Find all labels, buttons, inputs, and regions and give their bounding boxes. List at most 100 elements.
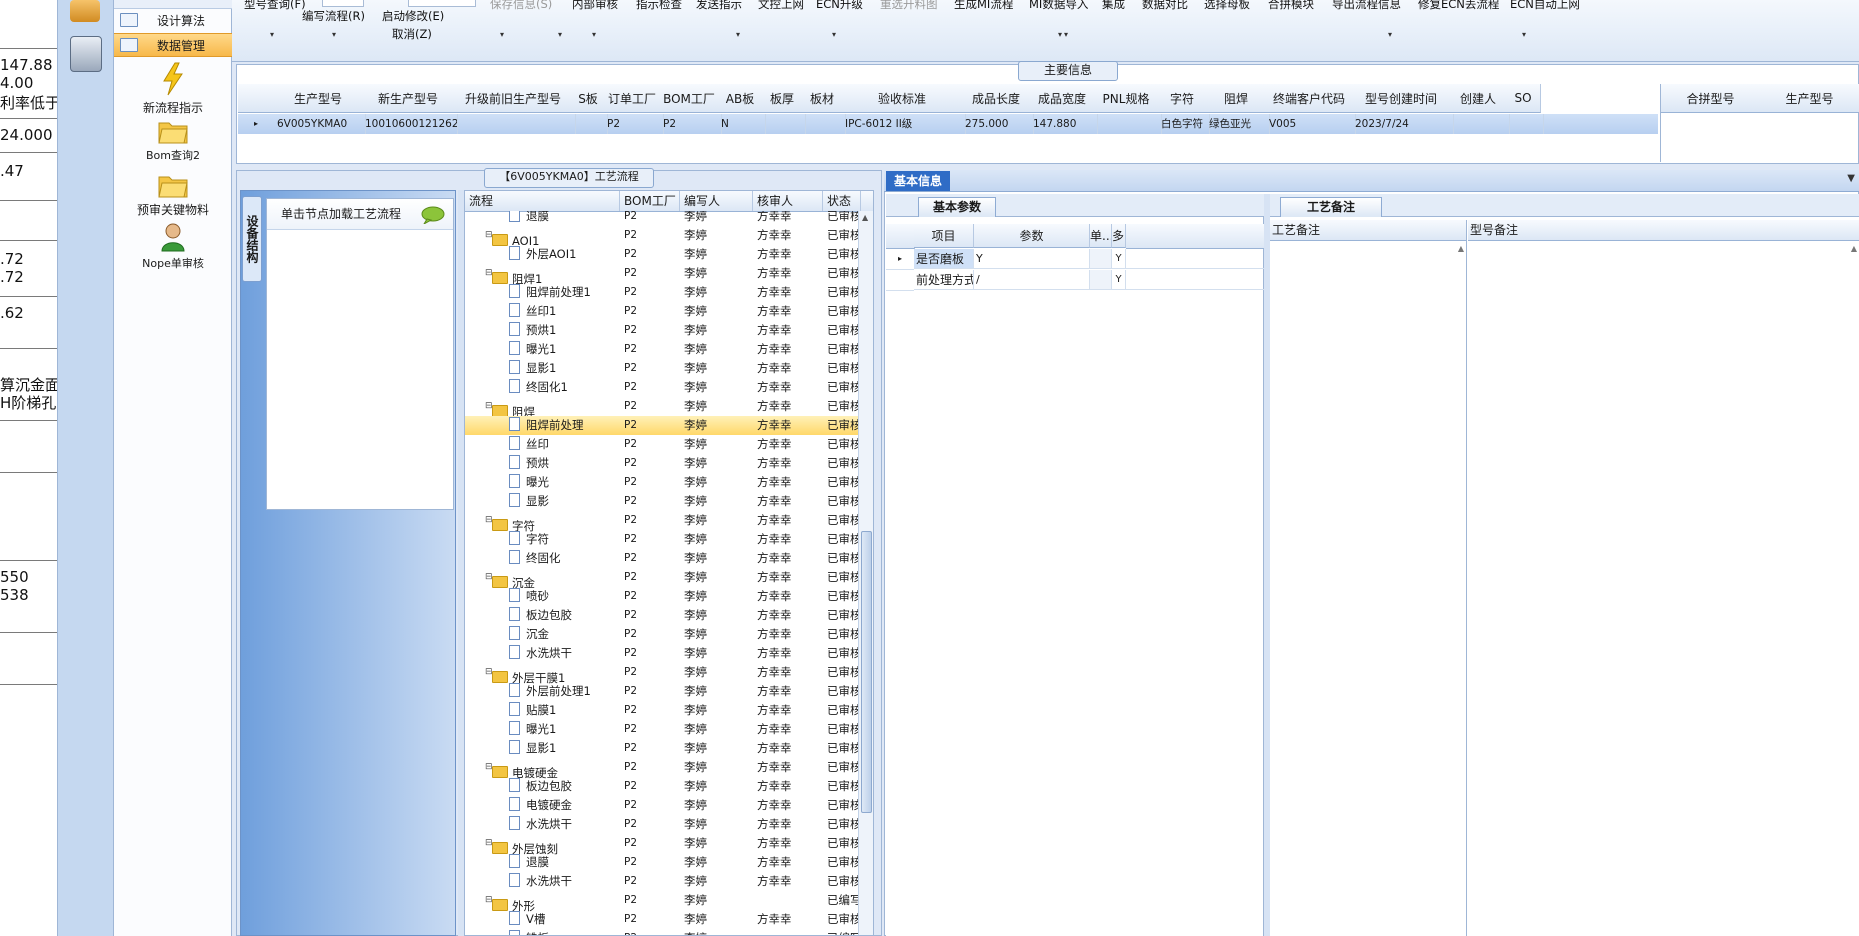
internal-review-button[interactable]: 内部审核 [572, 0, 618, 12]
tree-node[interactable]: 终固化1 [509, 378, 620, 397]
param-value-cell[interactable]: Y [974, 249, 1090, 269]
scroll-up-icon[interactable]: ▲ [1458, 244, 1464, 253]
tree-row[interactable]: 丝印 P2 李婷 方幸幸 已审核 [465, 435, 861, 454]
tree-node[interactable]: 曝光 [509, 473, 620, 492]
doc-control-online-button[interactable]: 文控上网 [758, 0, 804, 12]
tree-node[interactable]: 外层前处理1 [509, 682, 620, 701]
process-remarks-box[interactable]: 工艺备注 ▲ [1270, 220, 1467, 936]
column-header[interactable]: 板材 [802, 84, 843, 113]
dropdown-arrow-icon[interactable]: ▾ [500, 30, 504, 39]
tree-row[interactable]: 显影1 P2 李婷 方幸幸 已审核 [465, 739, 861, 758]
tree-row[interactable]: ⊟ 阻焊1 P2 李婷 方幸幸 已审核 [465, 264, 861, 286]
column-header[interactable]: 升级前旧生产型号 [454, 84, 573, 113]
collapse-icon[interactable]: ⊟ [485, 397, 492, 416]
tree-row[interactable]: ⊟ 电镀硬金 P2 李婷 方幸幸 已审核 [465, 758, 861, 780]
tree-row[interactable]: 终固化1 P2 李婷 方幸幸 已审核 [465, 378, 861, 397]
tree-node[interactable]: 阻焊前处理 [509, 416, 620, 435]
tree-row[interactable]: 电镀硬金 P2 李婷 方幸幸 已审核 [465, 796, 861, 815]
column-header[interactable]: 终端客户代码 [1266, 84, 1353, 113]
column-header[interactable]: 验收标准 [842, 84, 963, 113]
tree-row[interactable]: 铣板 P2 李婷 已编写 [465, 929, 861, 935]
column-header[interactable]: 订单工厂 [604, 84, 661, 113]
tree-row[interactable]: V槽 P2 李婷 方幸幸 已审核 [465, 910, 861, 929]
column-header[interactable]: 新生产型号 [362, 84, 455, 113]
tree-node[interactable]: 退膜 [509, 853, 620, 872]
param-item-cell[interactable]: 是否磨板 [914, 249, 974, 269]
tree-row[interactable]: 水洗烘干 P2 李婷 方幸幸 已审核 [465, 872, 861, 891]
tree-node[interactable]: 板边包胶 [509, 606, 620, 625]
tree-node[interactable]: 显影1 [509, 739, 620, 758]
tree-node[interactable]: 电镀硬金 [509, 796, 620, 815]
reselect-cut-map-button[interactable]: 重选开料图 [880, 0, 938, 12]
column-header[interactable]: BOM工厂 [660, 84, 719, 113]
dropdown-arrow-icon[interactable]: ▾ [832, 30, 836, 39]
tree-row[interactable]: ⊟ 沉金 P2 李婷 方幸幸 已审核 [465, 568, 861, 590]
tree-row[interactable]: 水洗烘干 P2 李婷 方幸幸 已审核 [465, 644, 861, 663]
nav-row-design-algorithm[interactable]: 设计算法 [114, 9, 232, 31]
tab-process-remarks[interactable]: 工艺备注 [1280, 197, 1383, 217]
factory-icon[interactable] [70, 0, 100, 22]
toolbar-button-clipped[interactable] [408, 0, 476, 7]
tree-row[interactable]: ⊟ 字符 P2 李婷 方幸幸 已审核 [465, 511, 861, 533]
nav-item-nope-review[interactable]: Nope单审核 [114, 222, 232, 271]
tree-row[interactable]: 显影1 P2 李婷 方幸幸 已审核 [465, 359, 861, 378]
dropdown-arrow-icon[interactable]: ▾ [592, 30, 596, 39]
tree-row[interactable]: 阻焊前处理 P2 李婷 方幸幸 已审核 [465, 416, 861, 435]
scroll-up-icon[interactable]: ▲ [1851, 244, 1857, 253]
tree-node[interactable]: 贴膜1 [509, 701, 620, 720]
collapse-icon[interactable]: ⊟ [485, 663, 492, 682]
tree-row[interactable]: 曝光 P2 李婷 方幸幸 已审核 [465, 473, 861, 492]
tree-node[interactable]: 曝光1 [509, 340, 620, 359]
tree-node[interactable]: 外层AOI1 [509, 245, 620, 264]
tree-node[interactable]: 退膜 [509, 211, 620, 226]
dropdown-arrow-icon[interactable]: ▾ [558, 30, 562, 39]
tree-row[interactable]: 终固化 P2 李婷 方幸幸 已审核 [465, 549, 861, 568]
tree-row[interactable]: 贴膜1 P2 李婷 方幸幸 已审核 [465, 701, 861, 720]
params-column-header[interactable]: 多... [1112, 224, 1126, 248]
tree-row[interactable]: 板边包胶 P2 李婷 方幸幸 已审核 [465, 777, 861, 796]
tree-node[interactable]: 显影1 [509, 359, 620, 378]
collapse-icon[interactable]: ⊟ [485, 568, 492, 587]
params-column-header[interactable]: 项目 [914, 224, 974, 248]
dropdown-arrow-icon[interactable]: ▾ [332, 30, 336, 39]
tab-basic-params[interactable]: 基本参数 [918, 197, 997, 217]
tab-basic-info[interactable]: 基本信息 [886, 171, 951, 191]
dropdown-arrow-icon[interactable]: ▾ [736, 30, 740, 39]
tree-row[interactable]: 沉金 P2 李婷 方幸幸 已审核 [465, 625, 861, 644]
generate-mi-flow-button[interactable]: 生成MI流程 [954, 0, 1013, 12]
fix-ecn-flow-button[interactable]: 修复ECN丢流程 [1418, 0, 1499, 12]
side-column-header[interactable]: 合拼型号 [1661, 84, 1761, 113]
tree-row[interactable]: ⊟ 阻焊 P2 李婷 方幸幸 已审核 [465, 397, 861, 419]
calculator-icon[interactable] [70, 36, 102, 72]
chevron-down-icon[interactable]: ▼ [1847, 173, 1855, 184]
nav-item-new-flow[interactable]: 新流程指示 [114, 62, 232, 116]
column-header[interactable]: 板厚 [762, 84, 803, 113]
collapse-icon[interactable]: ⊟ [485, 891, 492, 910]
data-compare-button[interactable]: 数据对比 [1142, 0, 1188, 12]
tree-row[interactable]: 曝光1 P2 李婷 方幸幸 已审核 [465, 340, 861, 359]
side-column-header[interactable]: 生产型号 [1760, 84, 1859, 113]
process-tree-scrollbar[interactable]: ▲ [858, 211, 873, 935]
tree-node[interactable]: 喷砂 [509, 587, 620, 606]
collapse-icon[interactable]: ⊟ [485, 511, 492, 530]
model-query-button[interactable]: 型号查询(F) [244, 0, 306, 12]
tree-row[interactable]: 显影 P2 李婷 方幸幸 已审核 [465, 492, 861, 511]
scrollbar-thumb[interactable] [861, 531, 872, 813]
collapse-icon[interactable]: ⊟ [485, 758, 492, 777]
tree-row[interactable]: 板边包胶 P2 李婷 方幸幸 已审核 [465, 606, 861, 625]
tree-node[interactable]: V槽 [509, 910, 620, 929]
tree-row[interactable]: 字符 P2 李婷 方幸幸 已审核 [465, 530, 861, 549]
tree-node[interactable]: 字符 [509, 530, 620, 549]
tree-row[interactable]: ⊟ AOI1 P2 李婷 方幸幸 已审核 [465, 226, 861, 248]
toolbar-button-clipped[interactable] [322, 0, 364, 7]
collapse-icon[interactable]: ⊟ [485, 264, 492, 283]
tree-row[interactable]: ⊟ 外形 P2 李婷 已编写 [465, 891, 861, 913]
ecn-auto-online-button[interactable]: ECN自动上网 [1510, 0, 1580, 12]
tree-node[interactable]: 水洗烘干 [509, 644, 620, 663]
mi-data-import-button[interactable]: MI数据导入 [1029, 0, 1088, 12]
save-info-button[interactable]: 保存信息(S) [490, 0, 552, 12]
ecn-upgrade-button[interactable]: ECN升级 [816, 0, 863, 12]
instruction-check-button[interactable]: 指示检查 [636, 0, 682, 12]
param-value-cell[interactable]: / [974, 270, 1090, 290]
tree-column-header[interactable]: 状态 [823, 191, 861, 211]
